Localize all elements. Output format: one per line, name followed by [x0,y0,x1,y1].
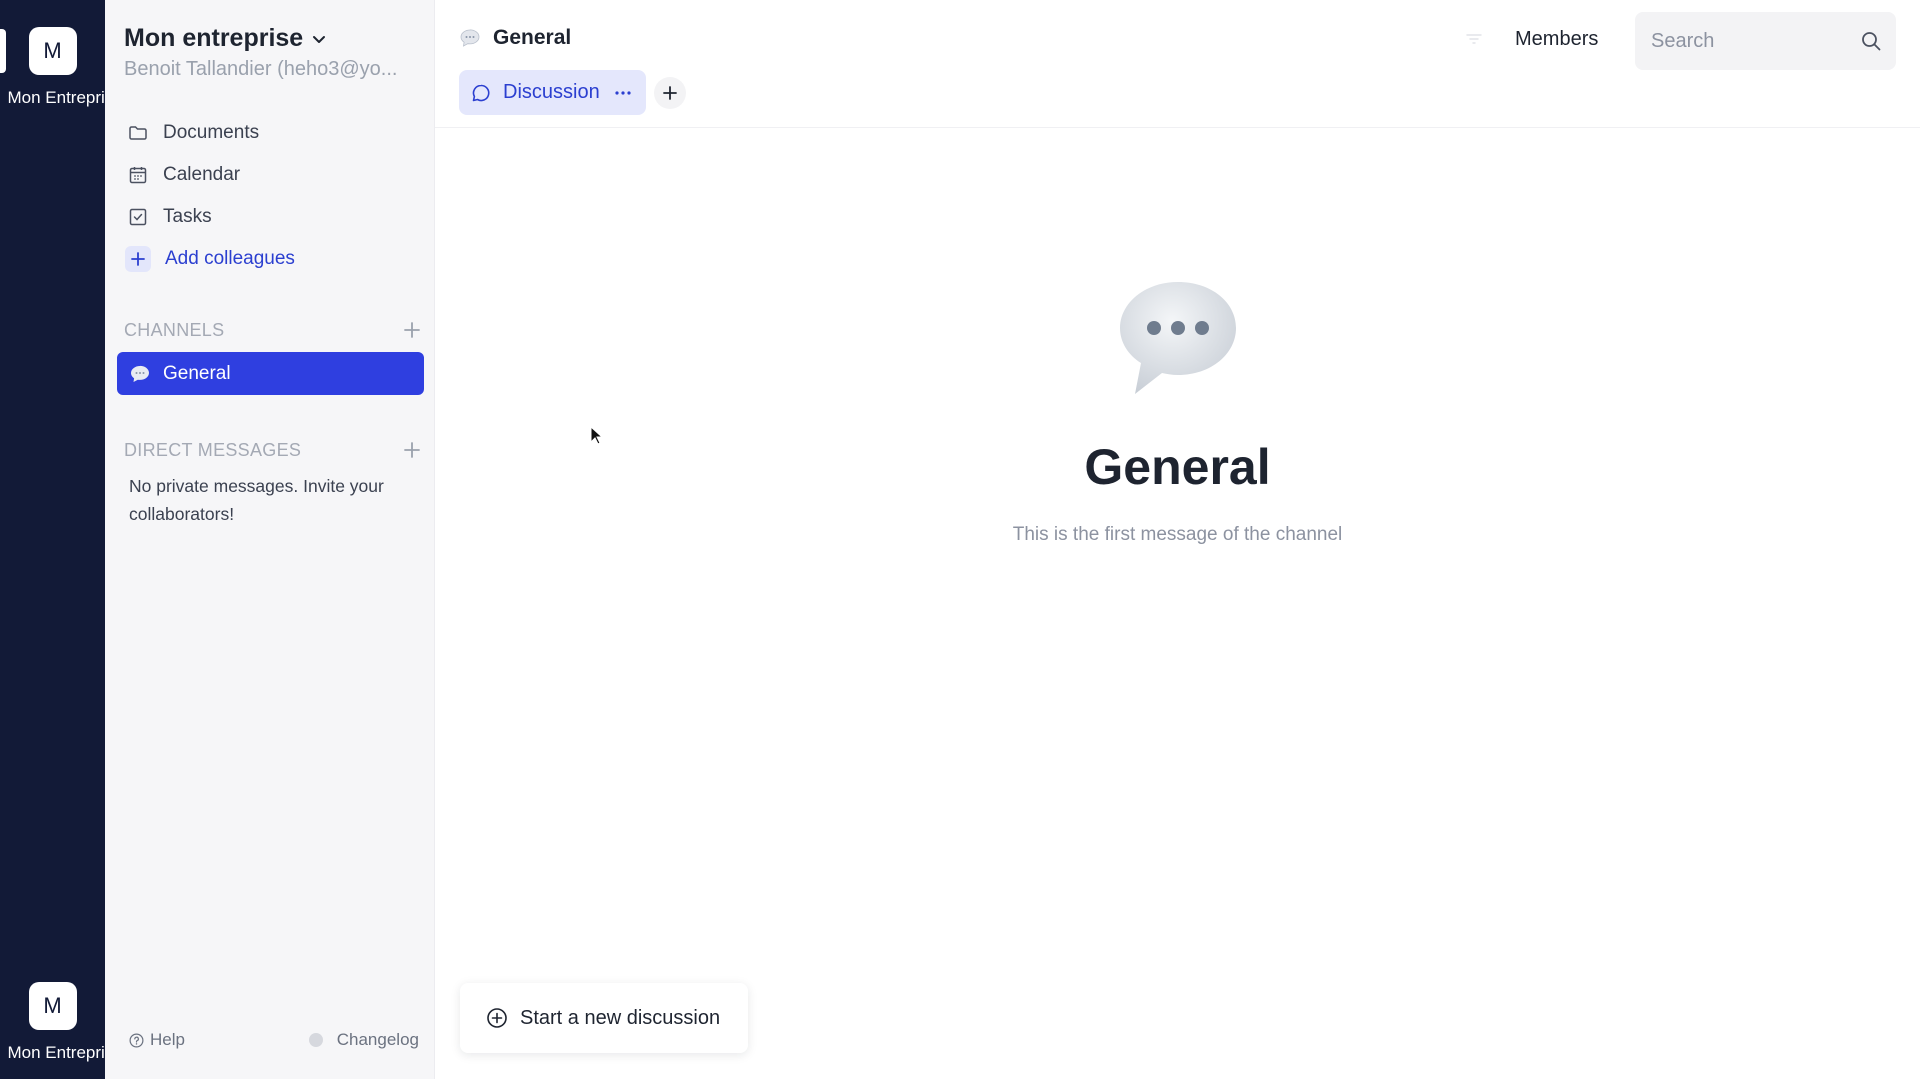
org-switcher[interactable]: Mon entreprise [124,24,327,53]
workspace-rail: M Mon Entreprise M Mon Entreprise [0,0,105,1079]
sidebar-item-label: Tasks [163,206,212,227]
tab-label: Discussion [503,81,600,103]
workspace-avatar[interactable]: M [28,27,77,75]
changelog-link[interactable]: Changelog [308,1030,419,1050]
workspace-name: Mon Entreprise [7,1043,104,1062]
calendar-icon [127,164,149,186]
channel-name: General [163,362,231,384]
chevron-down-icon [313,35,326,43]
help-link[interactable]: Help [129,1030,185,1050]
channel-tabs: Discussion [459,70,686,115]
search-icon[interactable] [1860,30,1882,52]
current-user: Benoit Tallandier (heho3@yo... [124,58,398,80]
search-box[interactable] [1635,12,1896,70]
add-colleagues-button[interactable]: Add colleagues [125,238,427,280]
plus-icon [662,85,677,100]
sidebar-item-documents[interactable]: Documents [127,112,427,154]
mouse-cursor-icon [590,426,604,445]
add-channel-icon[interactable] [400,318,424,342]
channel-header: General Members Discussion [435,0,1920,128]
sidebar-item-tasks[interactable]: Tasks [127,196,427,238]
sidebar: Mon entreprise Benoit Tallandier (heho3@… [105,0,435,1079]
members-button[interactable]: Members [1515,28,1598,51]
add-colleagues-label: Add colleagues [165,248,295,269]
add-tab-button[interactable] [653,76,686,109]
chat-bubble-icon [460,29,480,47]
chat-bubble-icon [131,365,149,382]
main-panel: General Members Discussion [435,0,1920,1079]
start-new-discussion-label: Start a new discussion [520,1006,721,1029]
sidebar-item-calendar[interactable]: Calendar [127,154,427,196]
channels-section-header: CHANNELS [124,318,424,342]
plus-circle-icon [487,1008,507,1028]
channel-title: General [459,26,571,50]
help-icon [129,1033,144,1047]
filter-icon[interactable] [1463,30,1485,48]
workspace-item[interactable]: M Mon Entreprise [0,27,105,108]
start-new-discussion-button[interactable]: Start a new discussion [460,983,748,1053]
channel-empty-state: General This is the first message of the… [435,270,1920,546]
direct-messages-title: DIRECT MESSAGES [124,439,302,460]
sidebar-footer: Help Changelog [129,1030,419,1050]
checkbox-icon [127,206,149,228]
changelog-label: Changelog [336,1030,419,1049]
sidebar-nav: Documents Calendar Tasks Add colleagues [125,112,427,280]
org-name: Mon entreprise [124,24,304,52]
sidebar-item-channel-general[interactable]: General [117,352,424,395]
workspace-avatar[interactable]: M [28,982,77,1030]
tab-discussion[interactable]: Discussion [459,70,646,115]
message-circle-icon [472,84,490,101]
plus-icon [125,246,151,272]
sidebar-item-label: Calendar [163,164,241,185]
channels-title: CHANNELS [124,319,225,340]
direct-messages-section-header: DIRECT MESSAGES [124,438,424,462]
direct-messages-empty-text: No private messages. Invite your collabo… [129,476,384,524]
status-dot-icon [308,1033,323,1047]
sidebar-item-label: Documents [163,122,260,143]
empty-state-subtitle: This is the first message of the channel [1012,524,1343,545]
speech-bubble-icon [1119,282,1236,394]
folder-icon [127,122,149,144]
search-input[interactable] [1651,29,1841,53]
workspace-item[interactable]: M Mon Entreprise [0,982,105,1063]
help-label: Help [150,1030,185,1049]
workspace-name: Mon Entreprise [7,88,104,107]
add-direct-message-icon[interactable] [400,438,424,462]
more-options-icon[interactable] [612,90,634,96]
channel-title-text: General [493,26,572,49]
empty-state-title: General [1084,439,1271,495]
